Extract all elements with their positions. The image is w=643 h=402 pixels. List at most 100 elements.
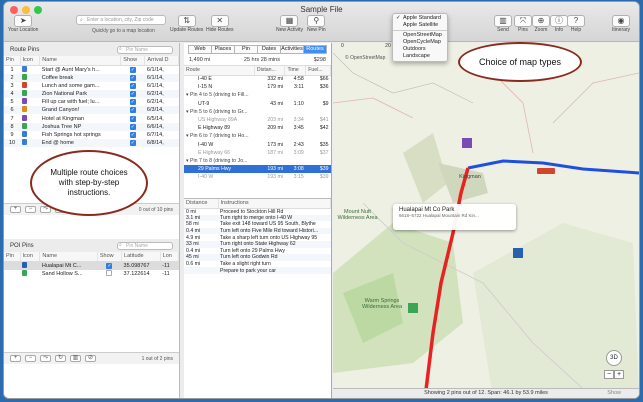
zoom-in-button[interactable]: +: [614, 370, 624, 379]
route-pin-row[interactable]: 7 Hotel at Kingman ✓ 6/5/14,: [4, 114, 179, 122]
show-checkbox[interactable]: ✓: [129, 131, 136, 138]
route-row[interactable]: I-40 W 193 mi 3:15 $39: [184, 173, 331, 181]
zoom-out-button[interactable]: −: [604, 370, 614, 379]
route-pin-row[interactable]: 8 Joshua Tree NP ✓ 6/6/14,: [4, 122, 179, 131]
steps-col-header[interactable]: Distance: [184, 199, 219, 209]
update-routes-button[interactable]: ⇅ Update Routes: [170, 15, 203, 33]
map-3d-button[interactable]: 3D: [606, 350, 622, 366]
show-checkbox[interactable]: ✓: [129, 82, 136, 89]
add-poi-button[interactable]: +: [10, 355, 21, 362]
show-checkbox[interactable]: ✓: [129, 107, 136, 114]
poi-col-header[interactable]: Name: [39, 252, 98, 262]
route-row[interactable]: 29 Palms Hwy 193 mi 3:08 $39: [184, 165, 331, 174]
step-row[interactable]: 4.9 mi Take a sharp left turn onto US Hig…: [184, 234, 331, 241]
poi-route-button[interactable]: ⤳: [40, 355, 51, 362]
show-checkbox[interactable]: ✓: [129, 123, 136, 130]
poi-row[interactable]: Hualapai Mt C... ✓ 35.098767 -11: [4, 261, 179, 270]
step-row[interactable]: 33 mi Turn right onto State Highway 62: [184, 240, 331, 248]
map-type-item[interactable]: OpenStreetMap: [393, 32, 447, 39]
tab-routes[interactable]: Routes: [303, 45, 327, 54]
routes-col-header[interactable]: Route: [184, 66, 255, 76]
step-row[interactable]: 58 mi Take exit 148 toward US 95 South, B…: [184, 221, 331, 228]
show-checkbox[interactable]: ✓: [129, 115, 136, 122]
route-pins-col-header[interactable]: Pin: [4, 56, 21, 66]
route-row[interactable]: I-40 E 332 mi 4:58 $66: [184, 75, 331, 83]
tab-pin[interactable]: Pin: [234, 45, 257, 54]
info-button[interactable]: ⓘ Info: [550, 15, 568, 33]
step-row[interactable]: 0 mi Proceed to Stockton Hill Rd: [184, 208, 331, 215]
show-checkbox[interactable]: ✓: [129, 99, 136, 106]
itinerary-button[interactable]: ◉ Itinerary: [612, 15, 630, 33]
tab-dates[interactable]: Dates: [257, 45, 280, 54]
route-row[interactable]: I-15 N 179 mi 3:11 $36: [184, 83, 331, 91]
route-row[interactable]: E Highway 89 209 mi 3:45 $42: [184, 124, 331, 132]
route-row[interactable]: I-40 W 173 mi 2:43 $35: [184, 141, 331, 149]
poi-col-header[interactable]: Icon: [20, 252, 41, 262]
route-pin-row[interactable]: 6 Grand Canyon! ✓ 6/3/14,: [4, 106, 179, 115]
show-checkbox[interactable]: ✓: [129, 66, 136, 73]
poi-col-header[interactable]: Show: [97, 252, 123, 262]
poi-col-header[interactable]: Lon: [160, 252, 179, 262]
poi-row[interactable]: Sand Hollow S... 37.122614 -11: [4, 269, 179, 278]
step-row[interactable]: 0.4 mi Turn left onto 29 Palms Hwy: [184, 248, 331, 255]
route-group-row[interactable]: ▾ Pin 4 to 5 (driving to Fill...: [184, 91, 331, 99]
new-activity-button[interactable]: ▦ New Activity: [276, 15, 303, 33]
poi-options-button[interactable]: ⊘: [85, 355, 96, 362]
step-row[interactable]: Prepare to park your car: [184, 267, 331, 274]
map-type-item[interactable]: Landscape: [393, 53, 447, 60]
your-location-button[interactable]: ➤ Your Location: [8, 15, 38, 33]
show-checkbox[interactable]: ✓: [129, 74, 136, 81]
route-pin-row[interactable]: 9 Fish Springs hot springs ✓ 6/7/14,: [4, 130, 179, 139]
route-group-row[interactable]: ▾ Pin 6 to 7 (driving to Ho...: [184, 132, 331, 140]
step-row[interactable]: 3.1 mi Turn right to merge onto I-40 W: [184, 214, 331, 222]
route-pin-row[interactable]: 3 Lunch and some gam... ✓ 6/1/14,: [4, 81, 179, 90]
poi-map-button[interactable]: ▥: [70, 355, 81, 362]
routes-col-header[interactable]: Distan...: [254, 66, 286, 76]
map-type-item[interactable]: ✓ Apple Standard: [393, 15, 447, 22]
route-row[interactable]: US Highway 89A 203 mi 3:34 $41: [184, 116, 331, 124]
poi-show-checkbox[interactable]: ✓: [106, 262, 113, 269]
route-pin-row[interactable]: 1 Start @ Aunt Mary's h... ✓ 6/1/14,: [4, 65, 179, 74]
route-pins-col-header[interactable]: Name: [39, 56, 122, 66]
route-group-row[interactable]: ▾ Pin 5 to 6 (driving to Gr...: [184, 108, 331, 116]
map-type-item[interactable]: Apple Satellite: [393, 22, 447, 29]
route-row[interactable]: E Highway 66 187 mi 3:09 $37: [184, 149, 331, 157]
pins-button[interactable]: ⤧ Pins: [514, 15, 532, 33]
add-pin-button[interactable]: +: [10, 206, 21, 213]
route-pin-row[interactable]: 4 Zion National Park ✓ 6/2/14,: [4, 89, 179, 99]
show-checkbox[interactable]: ✓: [129, 140, 136, 147]
step-row[interactable]: 45 mi Turn left onto Godwin Rd: [184, 254, 331, 261]
step-row[interactable]: 0.4 mi Turn left onto Five Mile Rd toward…: [184, 227, 331, 235]
status-show-menu[interactable]: Show: [607, 389, 621, 398]
route-group-row[interactable]: ▾ Pin 7 to 8 (driving to Jo...: [184, 157, 331, 165]
route-row[interactable]: UT-9 43 mi 1:10 $9: [184, 100, 331, 108]
poi-col-header[interactable]: Latitude: [121, 252, 161, 262]
route-pins-search[interactable]: Pin Name: [117, 45, 173, 54]
show-checkbox[interactable]: ✓: [129, 90, 136, 97]
location-search-input[interactable]: ⌕ Enter a location, city, Zip code: [76, 15, 166, 25]
steps-col-header[interactable]: Instructions: [218, 199, 331, 209]
zoom-button[interactable]: ⊕ Zoom: [532, 15, 550, 33]
step-row[interactable]: 0.6 mi Take a slight right turn: [184, 261, 331, 268]
poi-show-checkbox[interactable]: [106, 269, 113, 276]
poi-col-header[interactable]: Pin: [4, 252, 21, 262]
route-pins-col-header[interactable]: Icon: [20, 56, 41, 66]
tab-places[interactable]: Places: [211, 45, 234, 54]
route-pin-row[interactable]: 2 Coffee break ✓ 6/1/14,: [4, 73, 179, 82]
map-type-item[interactable]: OpenCycleMap: [393, 39, 447, 46]
routes-col-header[interactable]: Time: [284, 66, 307, 76]
route-pins-col-header[interactable]: Show: [120, 56, 146, 66]
new-pin-button[interactable]: ⚲ New Pin: [307, 15, 326, 33]
routes-col-header[interactable]: Fuel...: [305, 66, 331, 76]
remove-poi-button[interactable]: −: [25, 355, 36, 362]
route-pin-row[interactable]: 5 Fill up car with fuel; lu... ✓ 6/2/14,: [4, 98, 179, 106]
send-button[interactable]: ▥ Send: [494, 15, 512, 33]
poi-refresh-button[interactable]: ↻: [55, 355, 66, 362]
hide-routes-button[interactable]: ✕ Hide Routes: [206, 15, 234, 33]
map-type-item[interactable]: Outdoors: [393, 46, 447, 53]
pin-callout[interactable]: Hualapai Mt Co Park 6618–5722 Hualapai M…: [393, 204, 516, 230]
tab-web[interactable]: Web: [188, 45, 211, 54]
tab-activities[interactable]: Activities: [280, 45, 303, 54]
poi-pins-search[interactable]: Pin Name: [117, 241, 173, 250]
remove-pin-button[interactable]: −: [25, 206, 36, 213]
